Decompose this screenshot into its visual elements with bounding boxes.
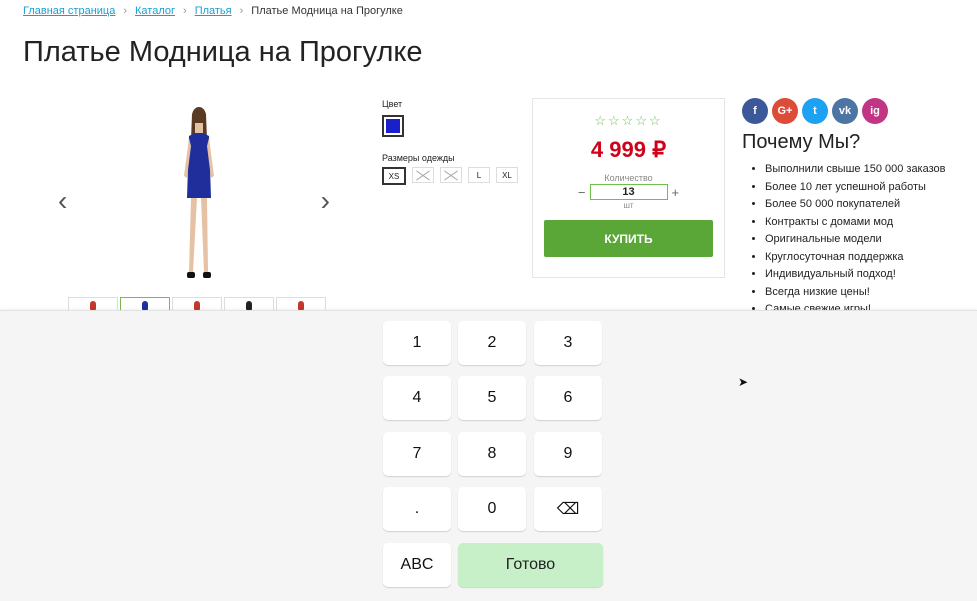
vk-icon[interactable]: vk (832, 98, 858, 124)
buy-button[interactable]: КУПИТЬ (544, 220, 713, 257)
list-item: Индивидуальный подход! (765, 266, 946, 284)
key-6[interactable]: 6 (534, 376, 602, 420)
size-label: Размеры одежды (382, 153, 455, 163)
chevron-right-icon: › (183, 5, 187, 17)
abc-button[interactable]: ABC (383, 543, 451, 587)
why-us-title: Почему Мы? (742, 131, 861, 153)
price: 4 999 ₽ (590, 137, 667, 162)
plus-button[interactable]: + (672, 185, 680, 200)
key-0[interactable]: 0 (458, 487, 526, 531)
product-image (184, 107, 214, 278)
chevron-right-icon: › (123, 5, 128, 17)
numeric-keyboard: 1 2 3 4 5 6 7 8 9 . 0 ⌫ ABC Готово (0, 310, 977, 601)
chevron-left-icon[interactable]: ‹ (58, 185, 67, 217)
size-selector: XS L XL (382, 167, 518, 185)
quantity-label: Количество (604, 173, 653, 183)
key-5[interactable]: 5 (458, 376, 526, 420)
key-7[interactable]: 7 (383, 432, 451, 476)
facebook-icon[interactable]: f (742, 98, 768, 124)
why-us-section: Почему Мы? Выполнили свыше 150 000 заказ… (742, 131, 946, 319)
product-options: Цвет Размеры одежды XS L XL (382, 99, 518, 185)
list-item: Более 10 лет успешной работы (765, 179, 946, 197)
key-8[interactable]: 8 (458, 432, 526, 476)
page-title: Платье Модница на Прогулке (23, 36, 423, 68)
buy-box: ☆☆☆☆☆ 4 999 ₽ Количество − 13 + шт КУПИТ… (532, 98, 725, 278)
breadcrumb: Главная страница › Каталог › Платья › Пл… (23, 5, 403, 17)
color-swatch[interactable] (382, 115, 404, 137)
key-4[interactable]: 4 (383, 376, 451, 420)
mouse-pointer-icon: ➤ (738, 375, 749, 389)
size-option[interactable]: XS (382, 167, 406, 185)
google-plus-icon[interactable]: G+ (772, 98, 798, 124)
key-decimal[interactable]: . (383, 487, 451, 531)
quantity-input[interactable]: 13 (589, 184, 668, 200)
product-gallery: ‹ › (58, 100, 330, 310)
chevron-right-icon[interactable]: › (321, 185, 330, 217)
breadcrumb-catalog[interactable]: Каталог (135, 5, 175, 17)
backspace-icon[interactable]: ⌫ (534, 487, 602, 531)
list-item: Контракты с домами мод (765, 214, 946, 232)
key-9[interactable]: 9 (534, 432, 602, 476)
size-option[interactable]: XL (496, 167, 518, 183)
list-item: Оригинальные модели (765, 231, 946, 249)
key-1[interactable]: 1 (383, 321, 451, 365)
list-item: Круглосуточная поддержка (765, 249, 946, 267)
breadcrumb-home[interactable]: Главная страница (23, 5, 115, 17)
size-option[interactable]: L (468, 167, 490, 183)
list-item: Выполнили свыше 150 000 заказов (765, 161, 946, 179)
color-label: Цвет (382, 99, 403, 109)
quantity-stepper: − 13 + (533, 184, 724, 200)
size-option-unavailable (412, 167, 434, 183)
list-item: Более 50 000 покупателей (765, 196, 946, 214)
instagram-icon[interactable]: ig (862, 98, 888, 124)
quantity-unit: шт (623, 201, 634, 210)
done-button[interactable]: Готово (458, 543, 603, 587)
breadcrumb-dresses[interactable]: Платья (195, 5, 232, 17)
size-option-unavailable (440, 167, 462, 183)
list-item: Всегда низкие цены! (765, 284, 946, 302)
why-us-list: Выполнили свыше 150 000 заказов Более 10… (742, 161, 946, 319)
rating-stars[interactable]: ☆☆☆☆☆ (533, 113, 724, 129)
key-3[interactable]: 3 (534, 321, 602, 365)
twitter-icon[interactable]: t (802, 98, 828, 124)
minus-button[interactable]: − (578, 185, 586, 200)
chevron-right-icon: › (239, 5, 244, 17)
key-2[interactable]: 2 (458, 321, 526, 365)
social-links: f G+ t vk ig (742, 98, 888, 124)
breadcrumb-current: Платье Модница на Прогулке (251, 5, 403, 17)
